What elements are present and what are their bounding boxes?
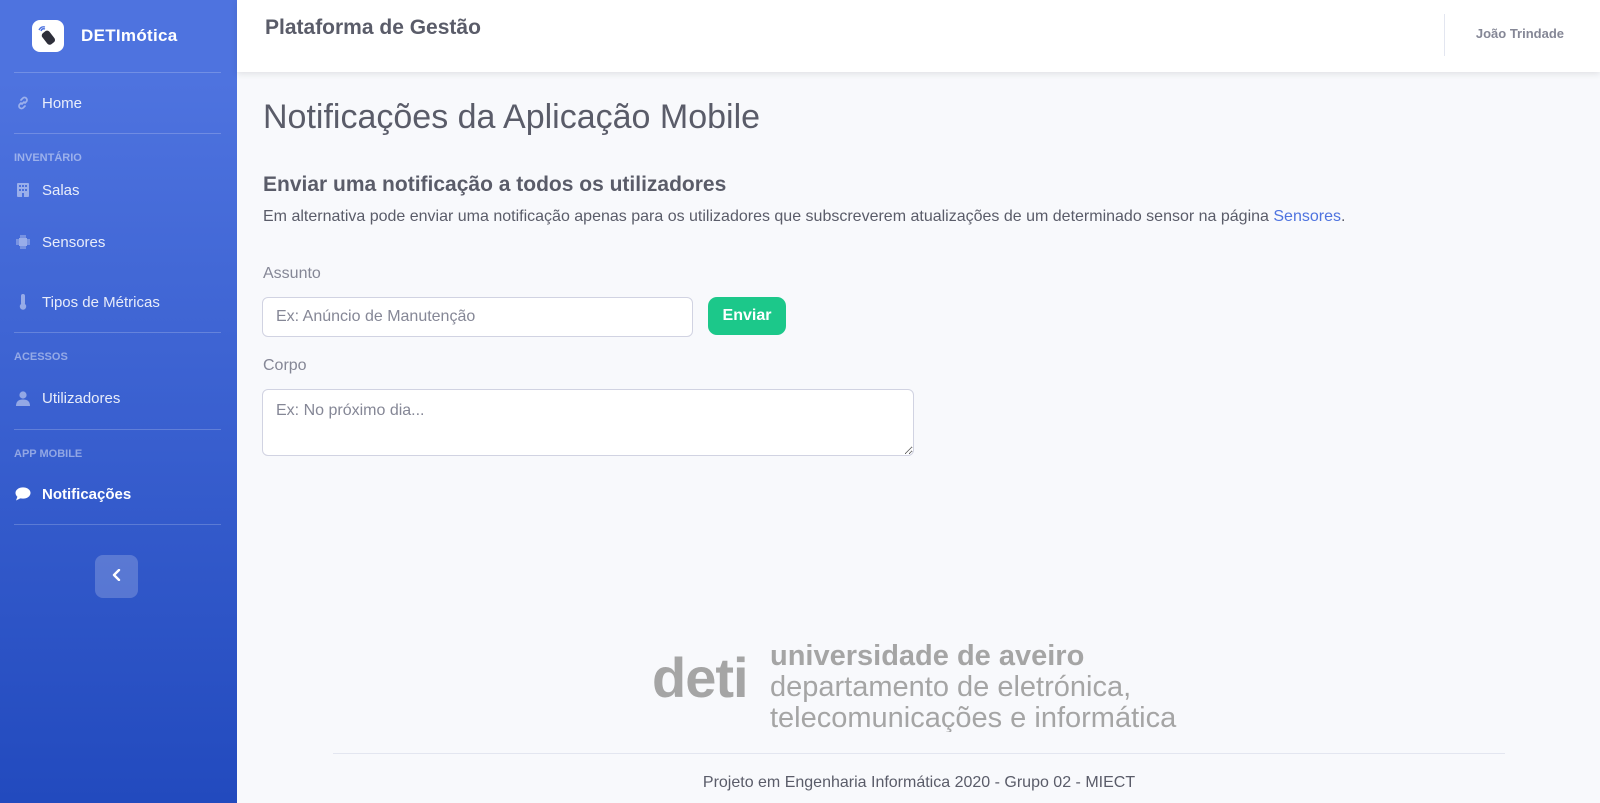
sidebar: DETImótica Home INVENTÁRIO Salas Sensore… <box>0 0 237 803</box>
sidebar-item-label: Utilizadores <box>42 389 121 407</box>
brand-name: DETImótica <box>81 26 178 45</box>
subject-label: Assunto <box>263 265 321 282</box>
sidebar-brand[interactable]: DETImótica <box>0 0 237 72</box>
page-header-title: Plataforma de Gestão <box>265 16 481 39</box>
user-icon <box>15 390 31 406</box>
section-description: Em alternativa pode enviar uma notificaç… <box>263 208 1345 226</box>
sidebar-item-notificacoes[interactable]: Notificações <box>0 464 237 524</box>
deti-logo-word: deti <box>652 646 748 709</box>
body-textarea[interactable] <box>262 389 914 456</box>
sidebar-item-salas[interactable]: Salas <box>0 168 237 212</box>
sidebar-item-label: Tipos de Métricas <box>42 293 160 311</box>
sidebar-toggle-button[interactable] <box>95 555 138 598</box>
building-icon <box>15 182 31 198</box>
chip-icon <box>15 234 31 250</box>
deti-logo: deti universidade de aveiro departamento… <box>652 640 1194 734</box>
sidebar-item-label: Notificações <box>42 485 132 503</box>
sidebar-item-label: Salas <box>42 181 80 199</box>
thermometer-icon <box>15 294 31 310</box>
sidebar-heading-inventario: INVENTÁRIO <box>14 152 82 164</box>
subject-input[interactable] <box>262 297 693 337</box>
sensores-link[interactable]: Sensores <box>1273 208 1341 225</box>
footer-divider <box>333 753 1505 754</box>
deti-logo-line1: universidade de aveiro <box>770 640 1084 672</box>
description-suffix: . <box>1340 208 1346 225</box>
sidebar-item-home[interactable]: Home <box>0 73 237 133</box>
sidebar-item-label: Sensores <box>42 233 106 251</box>
deti-logo-line2: departamento de eletrónica, <box>770 671 1131 703</box>
brand-logo-icon <box>32 20 64 52</box>
link-icon <box>15 95 31 111</box>
sidebar-item-label: Home <box>42 94 83 112</box>
sidebar-item-tipos-metricas[interactable]: Tipos de Métricas <box>0 272 237 332</box>
sidebar-heading-acessos: ACESSOS <box>14 351 68 363</box>
comment-icon <box>15 486 31 502</box>
sidebar-item-utilizadores[interactable]: Utilizadores <box>0 367 237 429</box>
description-text: Em alternativa pode enviar uma notificaç… <box>263 208 1274 225</box>
send-button[interactable]: Enviar <box>708 297 786 335</box>
section-subtitle: Enviar uma notificação a todos os utiliz… <box>263 173 727 196</box>
sidebar-item-sensores[interactable]: Sensores <box>0 212 237 272</box>
topbar-divider <box>1444 14 1445 56</box>
chevron-left-icon <box>112 568 121 586</box>
deti-logo-line3: telecomunicações e informática <box>770 702 1177 732</box>
user-menu[interactable]: João Trindade <box>1476 26 1564 41</box>
sidebar-heading-app-mobile: APP MOBILE <box>14 448 83 460</box>
body-label: Corpo <box>263 357 307 374</box>
page-title: Notificações da Aplicação Mobile <box>263 98 761 136</box>
topbar: Plataforma de Gestão João Trindade <box>237 0 1600 72</box>
footer-text: Projeto em Engenharia Informática 2020 -… <box>702 774 1136 791</box>
sidebar-divider <box>14 524 221 525</box>
